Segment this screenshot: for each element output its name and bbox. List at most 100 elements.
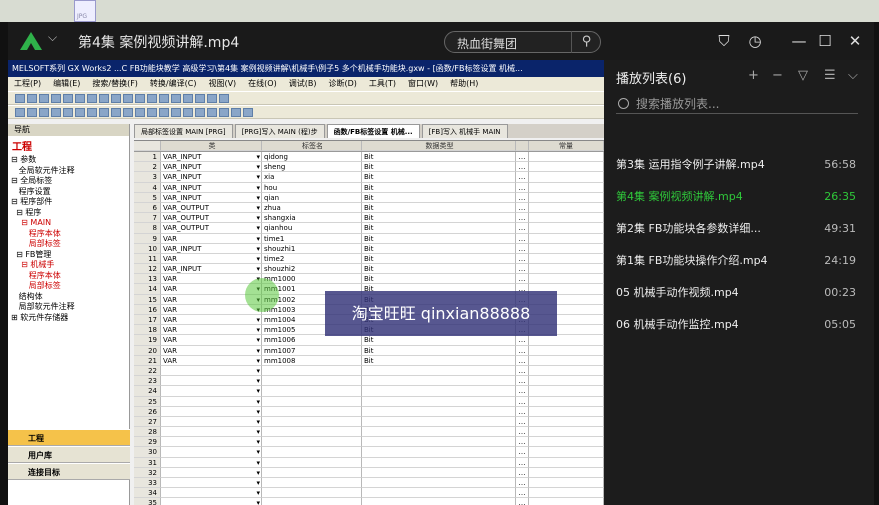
tree-node[interactable]: 程序设置 — [11, 187, 129, 198]
label-name-cell[interactable]: xia — [262, 172, 362, 183]
label-name-cell[interactable] — [262, 457, 362, 468]
class-cell[interactable]: ▾ VAR_INPUT — [161, 162, 262, 173]
dropdown-arrow-icon[interactable]: ▾ — [256, 244, 260, 253]
constant-cell[interactable] — [529, 274, 604, 285]
remove-icon[interactable]: − — [772, 68, 783, 83]
label-name-cell[interactable] — [262, 396, 362, 407]
class-cell[interactable]: ▾ — [161, 498, 262, 505]
nav-button-user-library[interactable]: 用户库 — [8, 446, 130, 463]
constant-cell[interactable] — [529, 355, 604, 366]
label-name-cell[interactable]: qidong — [262, 152, 362, 163]
constant-cell[interactable] — [529, 467, 604, 478]
tree-node[interactable]: ⊟ 机械手 — [11, 260, 129, 271]
class-cell[interactable]: ▾ — [161, 365, 262, 377]
table-row[interactable]: 35 ▾… — [134, 498, 604, 505]
label-name-cell[interactable]: mm1007 — [262, 345, 362, 356]
constant-cell[interactable] — [529, 152, 604, 163]
constant-cell[interactable] — [529, 457, 604, 468]
class-cell[interactable]: ▾VAR — [161, 304, 262, 315]
menu-item[interactable]: 帮助(H) — [450, 79, 478, 88]
browse-button[interactable]: … — [516, 182, 529, 193]
label-name-cell[interactable] — [262, 406, 362, 417]
browse-button[interactable]: … — [516, 478, 529, 489]
data-type-cell[interactable]: Bit — [362, 202, 516, 214]
nav-button-connection[interactable]: 连接目标 — [8, 463, 130, 480]
browse-button[interactable]: … — [516, 345, 529, 356]
browse-button[interactable]: … — [516, 355, 529, 366]
dropdown-arrow-icon[interactable]: ▾ — [256, 366, 260, 375]
tree-node[interactable]: ⊟ 参数 — [11, 155, 129, 166]
close-icon[interactable]: ✕ — [846, 32, 864, 50]
menu-item[interactable]: 转换/编译(C) — [150, 79, 197, 88]
constant-cell[interactable] — [529, 213, 604, 224]
table-row[interactable]: 24 ▾… — [134, 386, 604, 397]
data-type-cell[interactable]: Bit — [362, 253, 516, 265]
data-type-cell[interactable] — [362, 396, 516, 407]
label-name-cell[interactable]: sheng — [262, 162, 362, 173]
browse-button[interactable]: … — [516, 467, 529, 478]
constant-cell[interactable] — [529, 406, 604, 417]
browse-button[interactable]: … — [516, 427, 529, 438]
label-name-cell[interactable]: shouzhi2 — [262, 264, 362, 275]
class-cell[interactable]: ▾ VAR_INPUT — [161, 182, 262, 193]
constant-cell[interactable] — [529, 427, 604, 438]
tree-node[interactable]: 局部软元件注释 — [11, 302, 129, 313]
browse-button[interactable]: … — [516, 253, 529, 265]
menu-item[interactable]: 在线(O) — [248, 79, 277, 88]
label-name-cell[interactable]: mm1008 — [262, 355, 362, 366]
browse-button[interactable]: … — [516, 274, 529, 285]
label-name-cell[interactable] — [262, 478, 362, 489]
tree-node[interactable]: ⊟ 程序 — [11, 208, 129, 219]
constant-cell[interactable] — [529, 498, 604, 505]
tree-node[interactable]: 局部标签 — [11, 281, 129, 292]
table-row[interactable]: 21 ▾ VAR mm1008 Bit… — [134, 355, 604, 366]
table-row[interactable]: 30 ▾… — [134, 447, 604, 458]
table-row[interactable]: 2 ▾ VAR_INPUT sheng Bit… — [134, 162, 604, 173]
dropdown-arrow-icon[interactable]: ▾ — [256, 193, 260, 202]
dropdown-arrow-icon[interactable]: ▾ — [256, 152, 260, 161]
browse-button[interactable]: … — [516, 152, 529, 163]
data-type-cell[interactable]: Bit — [362, 213, 516, 224]
dropdown-arrow-icon[interactable]: ▾ — [256, 346, 260, 355]
data-type-cell[interactable]: Bit — [362, 274, 516, 285]
label-name-cell[interactable] — [262, 386, 362, 397]
dropdown-arrow-icon[interactable]: ▾ — [256, 468, 260, 477]
constant-cell[interactable] — [529, 376, 604, 387]
constant-cell[interactable] — [529, 478, 604, 489]
class-cell[interactable]: ▾ — [161, 478, 262, 489]
browse-button[interactable]: … — [516, 457, 529, 468]
data-type-cell[interactable]: Bit — [362, 162, 516, 173]
label-name-cell[interactable] — [262, 447, 362, 458]
label-name-cell[interactable] — [262, 437, 362, 448]
data-type-cell[interactable]: Bit — [362, 335, 516, 346]
playlist-item[interactable]: 06 机械手动作监控.mp4 05:05 — [616, 312, 856, 338]
tree-node[interactable]: 程序本体 — [11, 229, 129, 240]
class-cell[interactable]: ▾VAR — [161, 315, 262, 326]
constant-cell[interactable] — [529, 233, 604, 244]
dropdown-arrow-icon[interactable]: ▾ — [256, 397, 260, 406]
class-cell[interactable]: ▾VAR — [161, 335, 262, 346]
data-type-cell[interactable] — [362, 457, 516, 468]
dropdown-arrow-icon[interactable]: ▾ — [256, 447, 260, 456]
class-cell[interactable]: ▾ VAR_OUTPUT — [161, 202, 262, 214]
constant-cell[interactable] — [529, 365, 604, 377]
player-logo-icon[interactable] — [18, 30, 44, 52]
browse-button[interactable]: … — [516, 233, 529, 244]
class-cell[interactable]: ▾ — [161, 457, 262, 468]
data-type-cell[interactable]: Bit — [362, 233, 516, 244]
dropdown-arrow-icon[interactable]: ▾ — [256, 498, 260, 505]
data-type-cell[interactable]: Bit — [362, 243, 516, 254]
tree-node[interactable]: 结构体 — [11, 292, 129, 303]
browse-button[interactable]: … — [516, 335, 529, 346]
browse-button[interactable]: … — [516, 416, 529, 428]
class-cell[interactable]: ▾ — [161, 406, 262, 417]
table-row[interactable]: 5 ▾ VAR_INPUT qian Bit… — [134, 192, 604, 203]
data-type-cell[interactable]: Bit — [362, 172, 516, 183]
dropdown-arrow-icon[interactable]: ▾ — [256, 407, 260, 416]
constant-cell[interactable] — [529, 162, 604, 173]
constant-cell[interactable] — [529, 243, 604, 254]
label-name-cell[interactable] — [262, 427, 362, 438]
data-type-cell[interactable] — [362, 437, 516, 448]
browse-button[interactable]: … — [516, 264, 529, 275]
label-name-cell[interactable]: time2 — [262, 253, 362, 265]
